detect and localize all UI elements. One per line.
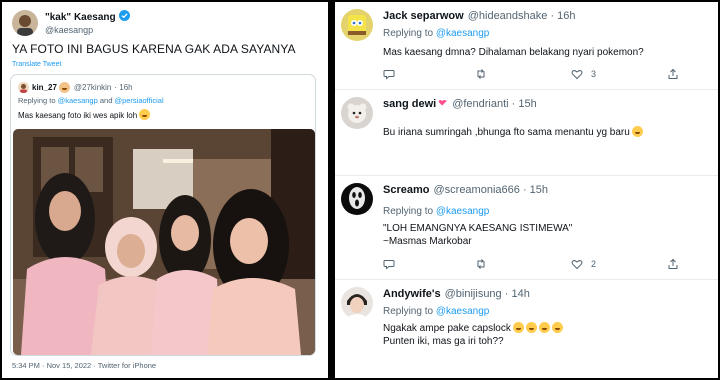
- replying-to-mention[interactable]: @kaesangp: [58, 96, 98, 105]
- verified-badge-icon: [118, 10, 130, 21]
- reply-author-name[interactable]: Screamo: [383, 184, 429, 196]
- reply-tweet[interactable]: Jack separwow @hideandshake · 16h Replyin…: [335, 2, 718, 90]
- tweet-timestamp[interactable]: 5:34 PM · Nov 15, 2022 · Twitter for iPh…: [12, 361, 156, 370]
- tweet-photo[interactable]: [13, 129, 315, 355]
- avatar[interactable]: [12, 10, 38, 36]
- reply-time: · 14h: [504, 288, 530, 300]
- heart-icon: [571, 260, 583, 270]
- tweet-text: YA FOTO INI BAGUS KARENA GAK ADA SAYANYA: [12, 42, 296, 56]
- two-hearts-emoji-icon: [439, 99, 447, 106]
- avatar[interactable]: [341, 97, 373, 129]
- replying-to-line: Replying to @kaesangp: [383, 306, 489, 317]
- replying-to-line: Replying to @kaesangp and @persiaofficia…: [18, 96, 164, 105]
- replying-to-line: Replying to @kaesangp: [383, 28, 489, 39]
- reply-text-line: "LOH EMANGNYA KAESANG ISTIMEWA": [383, 223, 573, 234]
- share-button[interactable]: [667, 68, 679, 80]
- quoted-tweet[interactable]: kin_27 @27kinkin · 16h Replying to @kaes…: [10, 74, 316, 356]
- replying-to-label: Replying to: [383, 306, 434, 317]
- avatar[interactable]: [341, 287, 373, 319]
- reply-actions: 2: [383, 258, 683, 272]
- avatar[interactable]: [18, 82, 29, 93]
- reply-text: Ngakak ampe pake capslock Punten iki, ma…: [383, 322, 563, 348]
- reply-button[interactable]: [383, 68, 395, 80]
- reply-header: Andywife's @binijisung · 14h: [383, 288, 530, 300]
- reply-button[interactable]: [383, 258, 395, 270]
- quoted-author-name[interactable]: kin_27: [32, 83, 57, 92]
- reply-text: Bu iriana sumringah ,bhunga fto sama men…: [383, 126, 643, 139]
- and-word: and: [99, 96, 113, 105]
- reply-text-line: Punten iki, mas ga iri toh??: [383, 336, 504, 347]
- reply-time: · 16h: [550, 10, 576, 22]
- quoted-author-handle[interactable]: @27kinkin: [74, 83, 111, 92]
- avatar[interactable]: [341, 9, 373, 41]
- reply-tweet[interactable]: Andywife's @binijisung · 14h Replying to …: [335, 280, 718, 378]
- crying-laughing-emoji-icon: [525, 322, 537, 333]
- reply-time: · 15h: [522, 184, 549, 196]
- reply-author-handle[interactable]: @screamonia666: [433, 184, 519, 196]
- reply-time: · 15h: [511, 98, 537, 110]
- translate-tweet-link[interactable]: Translate Tweet: [12, 61, 61, 68]
- author-handle[interactable]: @kaesangp: [45, 24, 130, 36]
- reply-author-handle[interactable]: @binijisung: [445, 288, 502, 300]
- comment-icon: [383, 70, 395, 80]
- like-count: 3: [591, 69, 597, 79]
- like-button[interactable]: 3: [571, 68, 596, 80]
- replying-to-line: Replying to @kaesangp: [383, 206, 489, 217]
- replying-to-mention[interactable]: @persiaofficial: [114, 96, 163, 105]
- replying-to-label: Replying to: [18, 96, 56, 105]
- avatar[interactable]: [341, 183, 373, 215]
- crying-laughing-emoji-icon: [551, 322, 563, 333]
- replies-panel: Jack separwow @hideandshake · 16h Replyin…: [335, 2, 718, 378]
- retweet-button[interactable]: [475, 68, 487, 80]
- reply-actions: 3: [383, 68, 683, 82]
- reply-author-handle[interactable]: @fendrianti: [452, 98, 508, 110]
- reply-author-name[interactable]: Jack separwow: [383, 10, 464, 22]
- reply-text: Mas kaesang dmna? Dihalaman belakang nya…: [383, 47, 644, 58]
- quoted-tweet-header: kin_27 @27kinkin · 16h: [18, 82, 133, 93]
- replying-to-mention[interactable]: @kaesangp: [436, 306, 490, 317]
- replying-to-mention[interactable]: @kaesangp: [436, 28, 490, 39]
- like-count: 2: [591, 259, 597, 269]
- reply-text-line: ~Masmas Markobar: [383, 236, 472, 247]
- reply-header: Jack separwow @hideandshake · 16h: [383, 10, 576, 22]
- reply-header: sang dewi @fendrianti · 15h: [383, 98, 537, 110]
- replying-to-label: Replying to: [383, 206, 434, 217]
- replying-to-mention[interactable]: @kaesangp: [436, 206, 490, 217]
- heart-eyes-emoji-icon: [139, 109, 151, 120]
- reply-text-line: Ngakak ampe pake capslock: [383, 322, 563, 335]
- share-icon: [668, 258, 678, 269]
- quoted-text: Mas kaesang foto iki wes apik loh: [18, 109, 151, 120]
- main-tweet-header: "kak" Kaesang @kaesangp: [12, 8, 130, 38]
- reply-text: "LOH EMANGNYA KAESANG ISTIMEWA" ~Masmas …: [383, 222, 572, 248]
- replying-to-label: Replying to: [383, 28, 434, 39]
- heart-eyes-emoji-icon: [631, 126, 643, 137]
- reply-author-name[interactable]: Andywife's: [383, 288, 441, 300]
- like-button[interactable]: 2: [571, 258, 596, 270]
- comment-icon: [383, 260, 395, 270]
- crying-laughing-emoji-icon: [512, 322, 524, 333]
- share-button[interactable]: [667, 258, 679, 270]
- reply-tweet[interactable]: sang dewi @fendrianti · 15h Bu iriana sum…: [335, 90, 718, 176]
- heart-icon: [571, 70, 583, 80]
- crying-laughing-emoji-icon: [538, 322, 550, 333]
- reply-tweet[interactable]: Screamo @screamonia666 · 15h Replying to …: [335, 176, 718, 280]
- reply-author-name[interactable]: sang dewi: [383, 98, 436, 110]
- reply-author-handle[interactable]: @hideandshake: [468, 10, 548, 22]
- retweet-button[interactable]: [475, 258, 487, 270]
- share-icon: [668, 68, 678, 79]
- author-display-name[interactable]: "kak" Kaesang: [45, 12, 116, 23]
- retweet-icon: [477, 69, 485, 79]
- retweet-icon: [477, 259, 485, 269]
- main-tweet-panel: "kak" Kaesang @kaesangp YA FOTO INI BAGU…: [2, 2, 328, 378]
- quoted-time: · 16h: [114, 83, 133, 92]
- reply-header: Screamo @screamonia666 · 15h: [383, 184, 548, 196]
- person-emoji-icon: [58, 82, 70, 93]
